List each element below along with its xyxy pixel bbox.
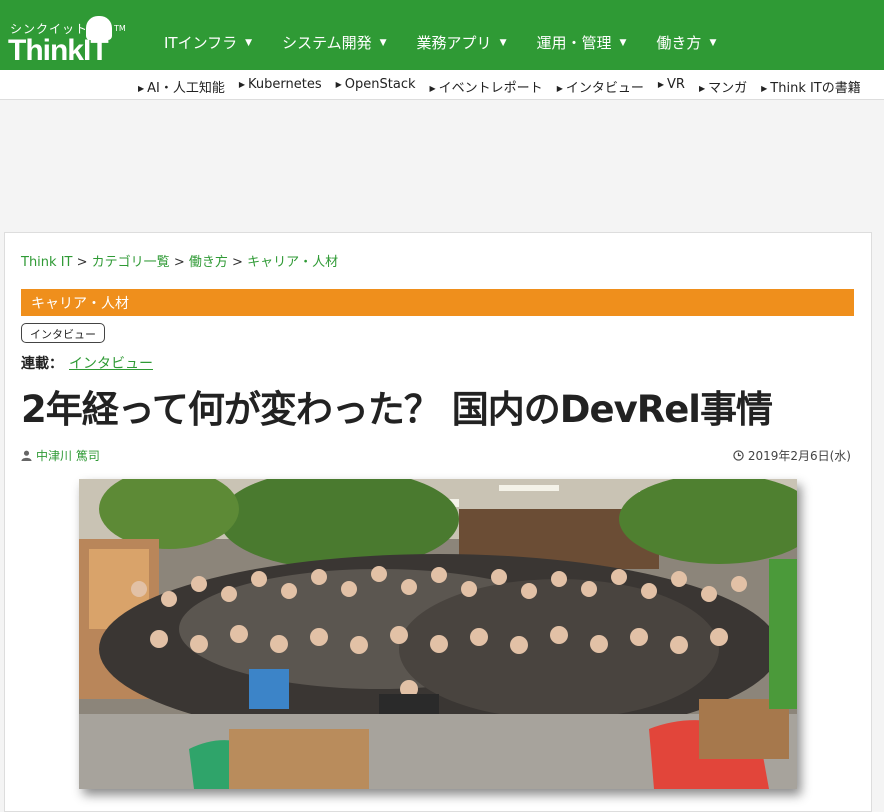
nav-item-label: 働き方 [656,34,702,52]
breadcrumb-separator: > [232,255,243,270]
triangle-right-icon: ▶ [429,84,436,93]
subnav-label: AI・人工知能 [147,81,225,96]
caret-down-icon: ▼ [709,37,717,48]
article-hero-image [79,479,797,789]
breadcrumb-separator: > [76,255,88,270]
breadcrumb-home[interactable]: Think IT [21,255,72,270]
subnav-item-kubernetes[interactable]: ▶ Kubernetes [239,77,322,96]
nav-item-business-apps[interactable]: 業務アプリ ▼ [417,32,507,53]
triangle-right-icon: ▶ [138,84,145,93]
author[interactable]: 中津川 篤司 [21,447,100,464]
nav-item-label: システム開発 [282,34,372,52]
breadcrumb-career[interactable]: キャリア・人材 [247,255,338,270]
subnav-label: OpenStack [344,77,416,92]
triangle-right-icon: ▶ [657,80,665,89]
category-bar[interactable]: キャリア・人材 [21,289,854,316]
triangle-right-icon: ▶ [761,84,768,93]
subnav-item-books[interactable]: ▶ Think ITの書籍 [761,77,861,96]
subnav-label: マンガ [708,81,748,96]
caret-down-icon: ▼ [245,37,253,48]
subnav-item-openstack[interactable]: ▶ OpenStack [336,77,416,96]
site-header: シンクイット ThinkIT TM ITインフラ ▼ システム開発 ▼ 業務アプリ ▼… [0,0,884,70]
page-title: 2年経って何が変わった？ 国内のDevRel事情 [21,388,773,431]
subnav-label: VR [667,77,685,92]
triangle-right-icon: ▶ [238,80,246,89]
article-card: Think IT > カテゴリ一覧 > 働き方 > キャリア・人材 キャリア・人… [4,232,872,812]
site-logo[interactable]: シンクイット ThinkIT TM [4,4,128,68]
triangle-right-icon: ▶ [698,84,706,93]
main-nav: ITインフラ ▼ システム開発 ▼ 業務アプリ ▼ 運用・管理 ▼ 働き方 ▼ [164,32,746,53]
logo-main: ThinkIT [8,34,109,67]
breadcrumb-categories[interactable]: カテゴリ一覧 [92,255,170,270]
nav-item-work-style[interactable]: 働き方 ▼ [656,32,716,53]
clock-icon [733,450,744,461]
tag-interview[interactable]: インタビュー [21,323,105,343]
subnav-item-vr[interactable]: ▶ VR [658,77,685,96]
nav-item-label: 運用・管理 [536,34,612,52]
triangle-right-icon: ▶ [335,80,342,89]
nav-item-it-infra[interactable]: ITインフラ ▼ [164,32,252,53]
series-line: 連載： インタビュー [21,353,153,373]
subnav-label: イベントレポート [438,81,543,96]
series-link[interactable]: インタビュー [69,356,153,372]
user-icon [21,450,32,461]
publish-date: 2019年2月6日(水) [733,447,851,464]
breadcrumb-work-style[interactable]: 働き方 [189,255,228,270]
nav-item-system-dev[interactable]: システム開発 ▼ [282,32,386,53]
date-text: 2019年2月6日(水) [747,449,851,463]
caret-down-icon: ▼ [379,37,387,48]
group-photo-illustration [79,479,797,789]
nav-item-label: ITインフラ [164,34,238,52]
caret-down-icon: ▼ [619,37,627,48]
ad-space [0,101,884,231]
subnav-item-manga[interactable]: ▶ マンガ [699,77,747,96]
nav-item-label: 業務アプリ [416,34,492,52]
subnav-item-ai[interactable]: ▶ AI・人工知能 [138,77,225,96]
breadcrumb-separator: > [173,255,185,270]
triangle-right-icon: ▶ [556,84,563,93]
caret-down-icon: ▼ [499,37,507,48]
subnav-item-interview[interactable]: ▶ インタビュー [557,77,644,96]
subnav-label: Think ITの書籍 [770,81,861,96]
author-name: 中津川 篤司 [36,449,100,463]
nav-item-operations[interactable]: 運用・管理 ▼ [536,32,626,53]
series-label: 連載： [21,356,63,372]
logo-tm: TM [114,24,126,33]
subnav-label: Kubernetes [248,77,322,92]
subnav-label: インタビュー [565,81,644,96]
sub-nav: ▶ AI・人工知能 ▶ Kubernetes ▶ OpenStack ▶ イベントレポー… [0,70,884,100]
subnav-item-event-report[interactable]: ▶ イベントレポート [430,77,543,96]
breadcrumb: Think IT > カテゴリ一覧 > 働き方 > キャリア・人材 [21,251,338,270]
